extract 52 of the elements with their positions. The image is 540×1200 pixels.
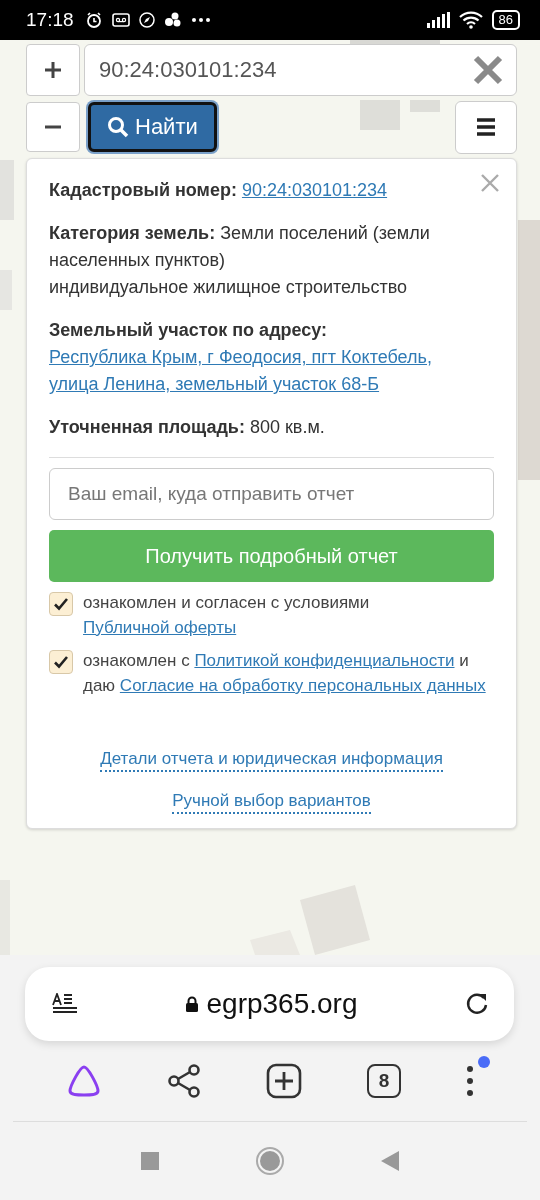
tabs-count-button[interactable]: 8	[367, 1064, 402, 1098]
report-button[interactable]: Получить подробный отчет	[49, 530, 494, 582]
field-text: Кадастровый номер: 90:24:030101:234	[49, 177, 388, 204]
field-note: индивидуальное жилищное строительство	[49, 276, 408, 299]
voicemail-icon	[111, 13, 130, 27]
agreement-link[interactable]: Политикой конфиденциальности	[194, 651, 455, 670]
alarm-clock-icon	[84, 11, 103, 29]
share-icon[interactable]	[166, 1063, 201, 1099]
field-text: Земельный участок по адресу: Республика Крым, г Феодосия, пгт Коктебель, улица Ленина, земельный участок 68-Б	[49, 317, 459, 398]
find-button[interactable]: Найти	[88, 102, 217, 152]
info-link[interactable]: Детали отчета и юридическая информация	[100, 748, 443, 772]
menu-icon	[476, 117, 496, 137]
agreement-text: ознакомлен с Политикой конфиденциальности и даю Согласие на обработку персональных данных	[83, 650, 487, 697]
status-time: 17:18	[26, 9, 74, 31]
wifi-icon	[458, 11, 483, 29]
checkbox[interactable]	[49, 592, 73, 616]
more-notifications-icon	[190, 17, 211, 23]
compass-icon	[138, 12, 155, 28]
lock-icon	[184, 996, 199, 1012]
info-link[interactable]: Ручной выбор вариантов	[172, 790, 371, 814]
check-icon	[53, 596, 69, 612]
plus-icon	[43, 60, 63, 80]
checkbox[interactable]	[49, 650, 73, 674]
close-icon[interactable]	[472, 54, 504, 86]
agreement-link[interactable]: Публичной оферты	[83, 618, 237, 637]
address-bar[interactable]: egrp365.org	[25, 967, 514, 1041]
new-tab-icon[interactable]	[265, 1063, 302, 1099]
battery-level: 86	[491, 10, 520, 30]
minus-icon	[43, 125, 63, 129]
reader-mode-icon[interactable]	[52, 993, 78, 1015]
field-text: Уточненная площадь: 800 кв.м.	[49, 416, 325, 439]
recent-apps-icon[interactable]	[140, 1151, 160, 1171]
field-link[interactable]: 90:24:030101:234	[241, 177, 388, 204]
url-text: egrp365.org	[206, 988, 358, 1020]
dots-cluster-icon	[163, 12, 182, 28]
home-icon[interactable]	[255, 1146, 285, 1176]
agreement-text: ознакомлен и согласен с условиями Публичной оферты	[83, 592, 371, 639]
agreement-link[interactable]: Согласие на обработку персональных данных	[119, 676, 486, 695]
back-icon[interactable]	[380, 1150, 400, 1172]
menu-button[interactable]	[455, 100, 517, 154]
search-field[interactable]: 90:24:030101:234	[97, 56, 472, 84]
field-link[interactable]: Республика Крым, г Феодосия, пгт Коктебель, улица Ленина, земельный участок 68-Б	[49, 344, 459, 398]
search-icon	[107, 116, 129, 138]
search-bar[interactable]: 90:24:030101:234	[84, 44, 517, 96]
zoom-out-button[interactable]	[26, 102, 80, 152]
check-icon	[53, 654, 69, 670]
zoom-in-button[interactable]	[26, 44, 80, 96]
email-field[interactable]: Ваш email, куда отправить отчет	[49, 468, 494, 520]
more-icon[interactable]	[466, 1064, 475, 1098]
signal-icon	[425, 12, 450, 28]
reload-icon[interactable]	[464, 991, 490, 1017]
field-text: Категория земель: Земли поселений (земли населенных пунктов)	[49, 222, 431, 272]
